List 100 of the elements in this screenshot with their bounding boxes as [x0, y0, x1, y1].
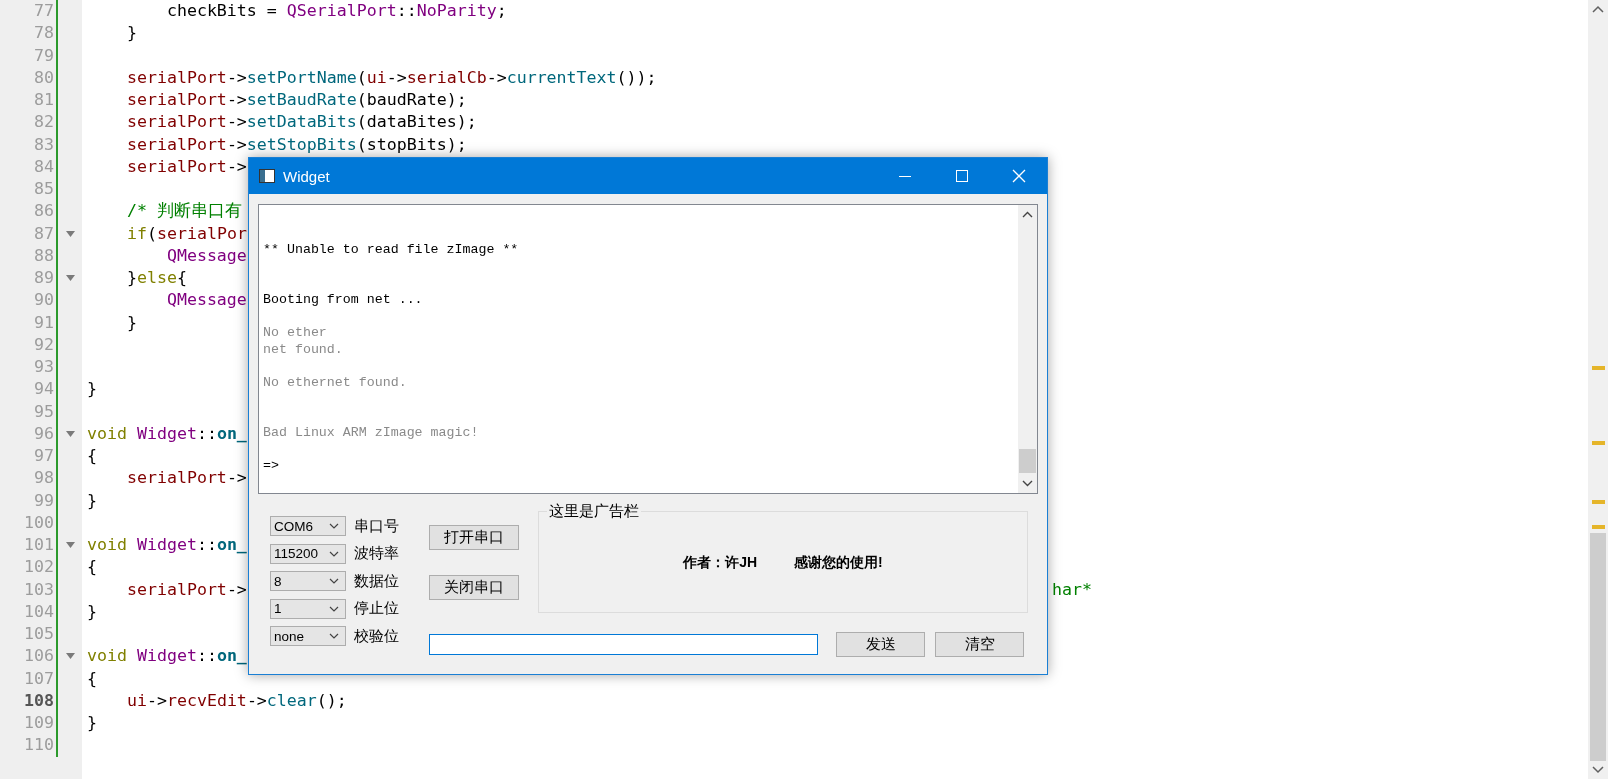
code-line: {: [87, 446, 97, 465]
code-line: serialPort->setStopBits(stopBits);: [125, 134, 467, 154]
open-port-button[interactable]: 打开串口: [429, 525, 519, 550]
console-line: =>: [263, 457, 279, 473]
scroll-marker: [1592, 441, 1605, 445]
code-line: void Widget::on_: [87, 423, 247, 443]
line-number: 107: [23, 667, 55, 690]
dropdown[interactable]: COM6: [270, 516, 346, 536]
field-label: 串口号: [354, 516, 399, 536]
line-number: 83: [33, 133, 55, 156]
console-line: ** Unable to read file zImage **: [263, 242, 519, 258]
fold-arrow-icon[interactable]: [65, 275, 75, 282]
close-icon: [1011, 169, 1026, 183]
code-fragment: har*: [1052, 578, 1092, 601]
console-line: net found.: [263, 341, 343, 357]
dropdown[interactable]: none: [270, 626, 346, 646]
line-number: 106: [23, 645, 55, 668]
code-line: serialPort->: [125, 156, 247, 176]
scrollbar[interactable]: [1018, 205, 1037, 493]
code-line: }: [87, 379, 97, 399]
code-line: serialPort->setBaudRate(baudRate);: [125, 90, 467, 109]
code-line: serialPort->setPortName(ui->serialCb->currentText());: [125, 67, 657, 87]
line-number: 109: [23, 712, 55, 734]
line-number: 80: [33, 66, 55, 89]
line-number: 89: [33, 267, 55, 289]
line-number: 94: [33, 378, 55, 401]
thanks-text: 感谢您的使用!: [794, 553, 883, 572]
line-number: 100: [23, 511, 55, 534]
send-button[interactable]: 发送: [836, 632, 925, 657]
code-line: {: [87, 557, 97, 577]
line-number: 95: [33, 400, 55, 423]
code-line: }: [87, 713, 97, 732]
code-line: }else{: [125, 268, 187, 287]
code-line: serialPort->: [125, 579, 247, 599]
console-line: No ethernet found.: [263, 374, 407, 390]
code-line: ui->recvEdit->clear();: [125, 690, 347, 710]
console-line: No ether: [263, 325, 327, 341]
code-line: void Widget::on_: [87, 646, 247, 666]
scrollbar-thumb[interactable]: [1019, 449, 1036, 473]
line-number: 99: [33, 489, 55, 512]
chevron-down-icon: [329, 550, 339, 557]
line-number: 79: [33, 44, 55, 67]
dropdown[interactable]: 1: [270, 598, 346, 619]
maximize-icon: [955, 170, 968, 182]
fold-arrow-icon[interactable]: [65, 230, 75, 237]
code-line: if(serialPor: [125, 223, 247, 243]
code-line: serialPort->setDataBits(dataBites);: [125, 112, 477, 132]
line-number: 91: [33, 311, 55, 334]
line-number: 104: [23, 600, 55, 623]
line-number: 78: [33, 22, 55, 45]
console-line: Bad Linux ARM zImage magic!: [263, 424, 479, 440]
line-number: 86: [33, 200, 55, 223]
chevron-down-icon: [329, 605, 339, 612]
console-output[interactable]: ** Unable to read file zImage ** Booting from net ... No ether net found. No ethernet found. Bad Linux ARM zImage magic! =>: [258, 204, 1038, 494]
scroll-marker: [1592, 500, 1605, 504]
code-line: }: [125, 23, 137, 43]
window-icon: [259, 169, 275, 183]
scrollbar[interactable]: [1588, 0, 1608, 779]
fold-arrow-icon[interactable]: [65, 653, 75, 660]
code-line: void Widget::on_: [87, 535, 247, 554]
code-line: {: [87, 668, 97, 688]
close-port-button[interactable]: 关闭串口: [429, 575, 519, 600]
chevron-down-icon: [329, 578, 339, 584]
line-number: 96: [33, 422, 55, 445]
field-label: 停止位: [354, 599, 399, 618]
field-label: 校验位: [354, 626, 399, 646]
minimize-icon: [898, 175, 911, 177]
line-number: 77: [33, 0, 55, 22]
code-line: }: [87, 601, 97, 621]
send-input-field[interactable]: [429, 634, 818, 655]
line-number: 108: [23, 689, 55, 712]
code-line: }: [87, 490, 97, 510]
scroll-marker: [1592, 525, 1605, 529]
line-number: 82: [33, 111, 55, 134]
line-number: 105: [23, 623, 55, 645]
fold-arrow-icon[interactable]: [65, 542, 75, 549]
code-line: QMessage: [165, 245, 247, 265]
line-number: 84: [33, 155, 55, 178]
code-line: }: [125, 312, 137, 332]
line-number: 85: [33, 178, 55, 200]
scroll-marker: [1592, 366, 1605, 370]
code-line: QMessage: [165, 290, 247, 310]
line-number: 87: [33, 222, 55, 245]
dropdown[interactable]: 115200: [270, 543, 346, 564]
line-number: 102: [23, 556, 55, 579]
line-number: 92: [33, 333, 55, 356]
group-box-title: 这里是广告栏: [548, 502, 640, 521]
dropdown[interactable]: 8: [270, 571, 346, 591]
line-number: 110: [23, 734, 55, 757]
clear-button[interactable]: 清空: [935, 632, 1024, 657]
code-line: /* 判断串口有: [125, 201, 242, 221]
console-line: Booting from net ...: [263, 291, 423, 307]
scrollbar-thumb[interactable]: [1590, 533, 1606, 761]
line-number: 101: [23, 534, 55, 556]
line-number: 88: [33, 244, 55, 267]
fold-arrow-icon[interactable]: [65, 430, 75, 437]
line-number: 103: [23, 578, 55, 601]
chevron-down-icon: [329, 633, 339, 639]
line-number: 81: [33, 89, 55, 111]
field-label: 波特率: [354, 544, 399, 563]
